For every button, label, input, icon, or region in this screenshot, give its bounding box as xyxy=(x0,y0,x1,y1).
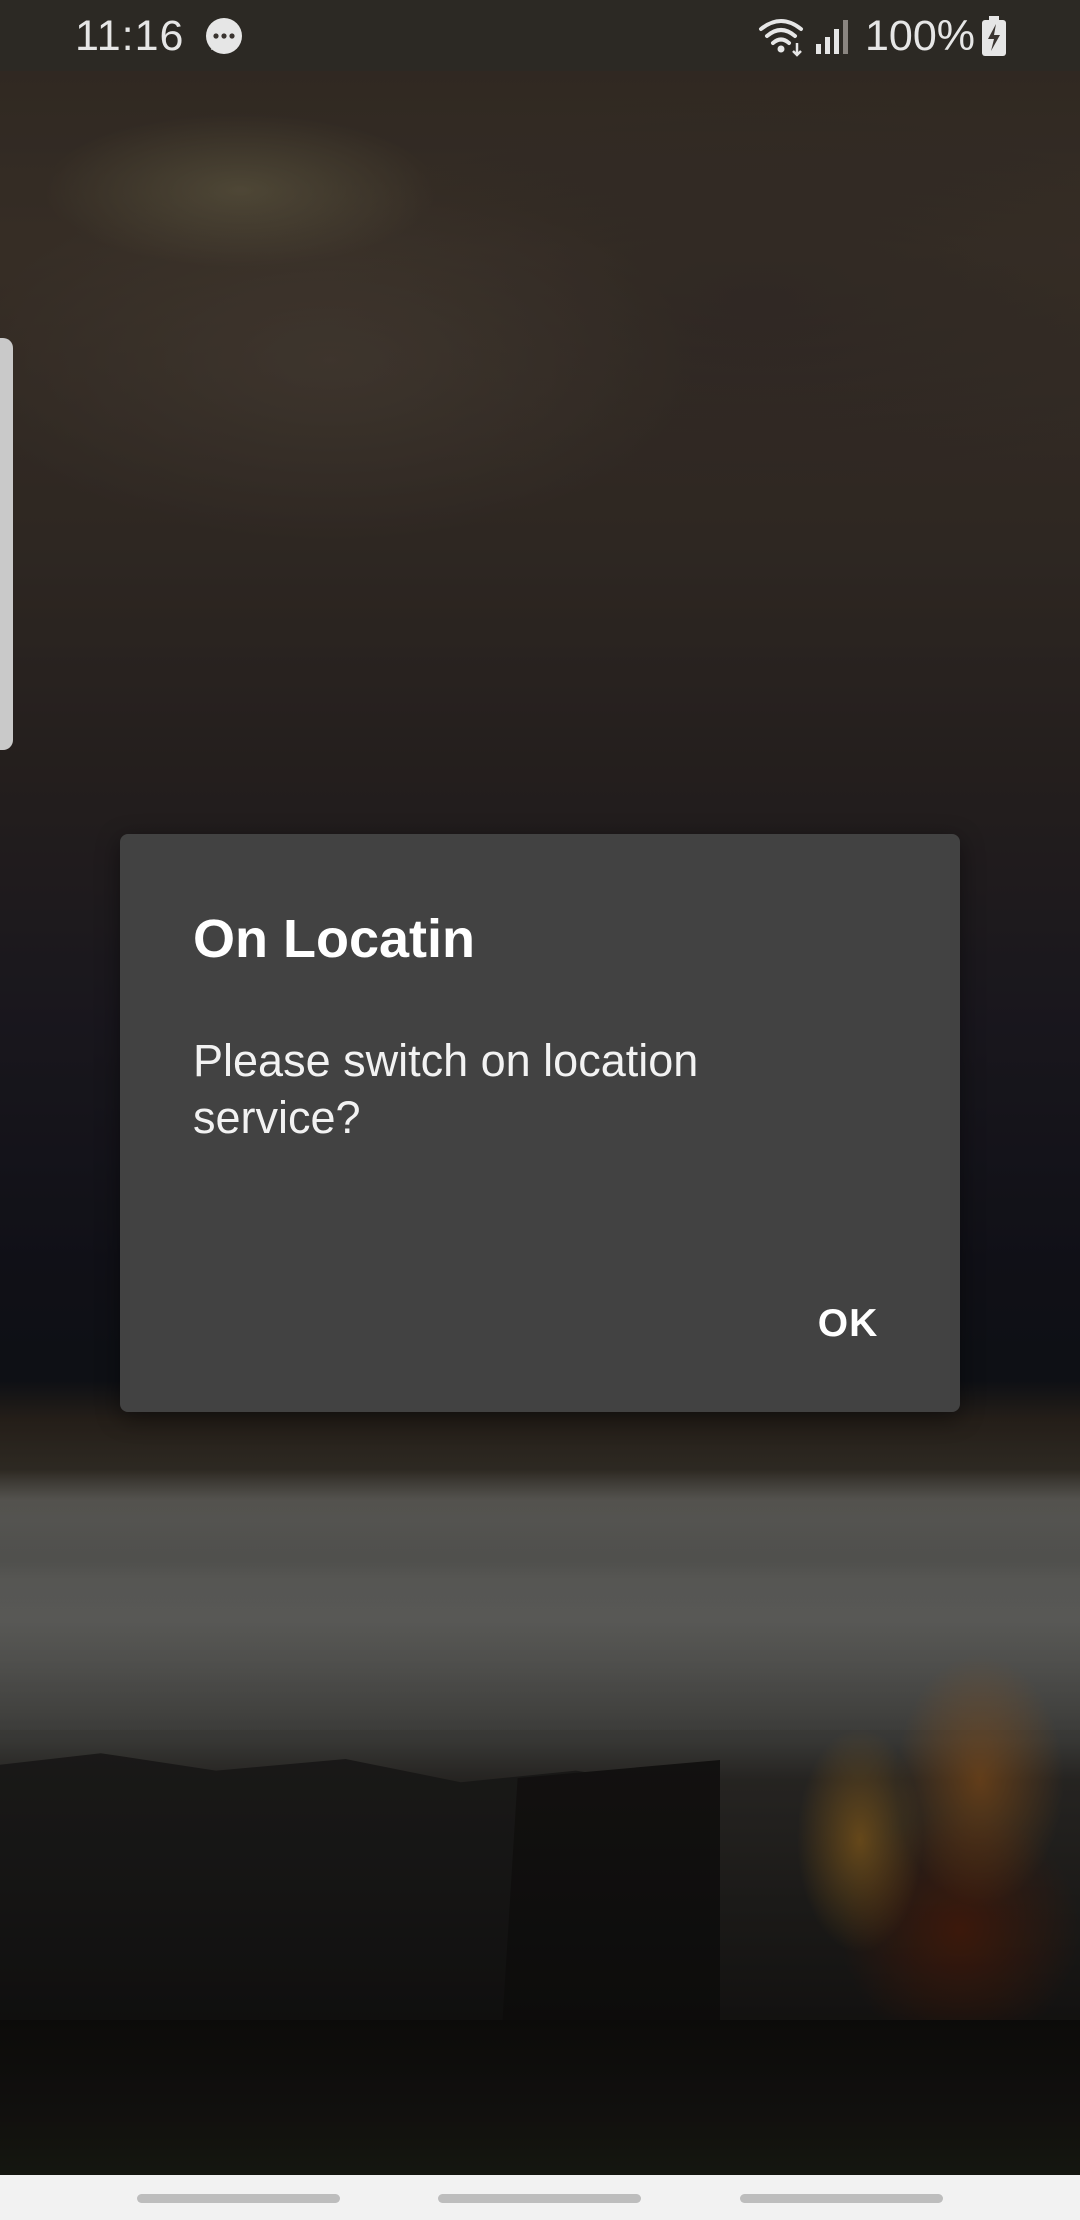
ok-button[interactable]: OK xyxy=(800,1282,896,1366)
wifi-icon xyxy=(757,15,807,57)
status-bar: 11:16 100% xyxy=(0,0,1080,71)
battery-charging-icon xyxy=(980,15,1008,57)
recents-button[interactable] xyxy=(137,2194,340,2203)
dialog-title: On Locatin xyxy=(193,909,475,969)
cell-signal-icon xyxy=(813,16,853,56)
edge-panel-handle[interactable] xyxy=(0,338,13,750)
navigation-bar xyxy=(0,2175,1080,2220)
screen: 11:16 100% On Locatin Please switch on l… xyxy=(0,0,1080,2220)
home-button[interactable] xyxy=(438,2194,641,2203)
message-bubble-icon xyxy=(203,16,245,58)
location-dialog: On Locatin Please switch on location ser… xyxy=(120,834,960,1412)
battery-percent: 100% xyxy=(865,12,975,60)
dialog-message: Please switch on location service? xyxy=(193,1035,699,1143)
status-time: 11:16 xyxy=(75,12,185,60)
back-button[interactable] xyxy=(740,2194,943,2203)
